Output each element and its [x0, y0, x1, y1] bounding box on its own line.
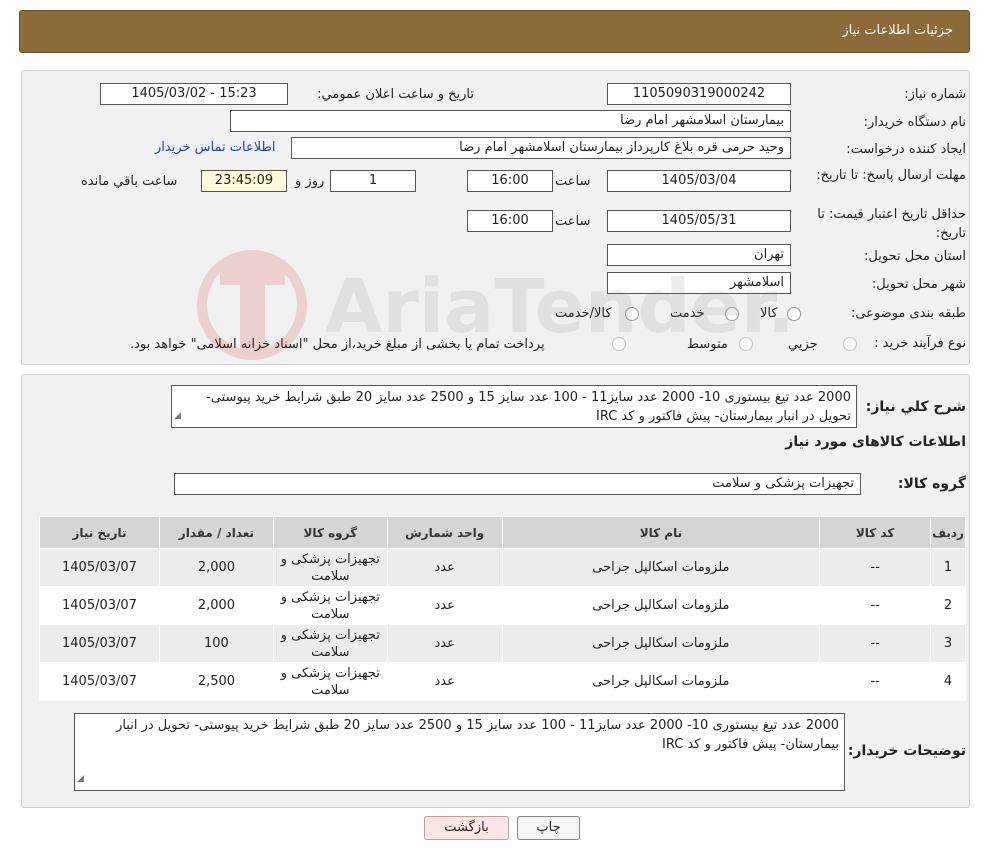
cell-index: 4 — [930, 662, 966, 701]
cell-code: -- — [819, 586, 932, 625]
cell-unit: عدد — [386, 586, 503, 625]
cell-group: تجهیزات پزشکی و سلامت — [272, 662, 388, 701]
need-number-field: 1105090319000242 — [607, 83, 791, 105]
page-title: جزئیات اطلاعات نیاز — [842, 23, 953, 38]
page-header: جزئیات اطلاعات نیاز — [19, 10, 970, 53]
price-date-field: 1405/05/31 — [607, 210, 791, 232]
remaining-time-field: 23:45:09 — [201, 170, 287, 192]
resize-grip-icon[interactable]: ◢ — [77, 770, 84, 789]
process-note: پرداخت تمام یا بخشی از مبلغ خرید،از محل … — [130, 337, 545, 352]
cell-index: 2 — [930, 586, 966, 625]
buyer-org-field: بیمارستان اسلامشهر امام رضا — [230, 110, 791, 132]
category-option-service: خدمت — [670, 306, 705, 321]
category-radio-goods[interactable] — [787, 307, 801, 321]
cell-group: تجهیزات پزشکی و سلامت — [272, 548, 388, 587]
cell-qty: 100 — [158, 624, 274, 663]
cell-name: ملزومات اسکالپل جراحی — [501, 624, 821, 663]
category-radio-goods-service[interactable] — [625, 307, 639, 321]
cell-index: 1 — [930, 548, 966, 587]
cell-group: تجهیزات پزشکی و سلامت — [272, 586, 388, 625]
description-textarea[interactable]: 2000 عدد تیغ بیستوری 10- 2000 عدد سایز11… — [171, 385, 857, 428]
cell-date: 1405/03/07 — [39, 624, 160, 663]
process-radio-minor[interactable] — [843, 337, 857, 351]
price-time-label: ساعت — [555, 214, 591, 229]
cell-name: ملزومات اسکالپل جراحی — [501, 548, 821, 587]
reply-deadline-label: مهلت ارسال پاسخ: تا تاریخ: — [816, 168, 966, 183]
price-validity-label: حداقل تاریخ اعتبار قیمت: تا تاریخ: — [817, 207, 966, 241]
reply-date-field: 1405/03/04 — [607, 170, 791, 192]
buyer-notes-textarea[interactable]: 2000 عدد تیغ بیستوری 10- 2000 عدد سایز11… — [74, 713, 845, 791]
resize-grip-icon[interactable]: ◢ — [174, 407, 181, 426]
category-label: طبقه بندی موضوعی: — [850, 306, 966, 321]
price-time-field: 16:00 — [467, 210, 553, 232]
cell-qty: 2,000 — [158, 548, 274, 587]
cell-date: 1405/03/07 — [39, 548, 160, 587]
process-label: نوع فرآیند خرید : — [874, 336, 966, 351]
days-label: روز و — [295, 174, 325, 189]
cell-group: تجهیزات پزشکی و سلامت — [272, 624, 388, 663]
buyer-notes-text: 2000 عدد تیغ بیستوری 10- 2000 عدد سایز11… — [116, 718, 839, 752]
reply-time-field: 16:00 — [467, 170, 553, 192]
col-group: گروه کالا — [272, 516, 388, 549]
cell-unit: عدد — [386, 548, 503, 587]
cell-unit: عدد — [386, 662, 503, 701]
creator-label: ایجاد کننده درخواست: — [846, 142, 966, 157]
province-label: استان محل تحویل: — [864, 249, 966, 264]
cell-name: ملزومات اسکالپل جراحی — [501, 586, 821, 625]
need-number-label: شماره نیاز: — [904, 87, 966, 102]
cell-date: 1405/03/07 — [39, 662, 160, 701]
goods-group-field: تجهیزات پزشکی و سلامت — [174, 473, 861, 495]
province-field: تهران — [607, 244, 791, 266]
table-row: 2 -- ملزومات اسکالپل جراحی عدد تجهیزات پ… — [39, 586, 966, 625]
cell-code: -- — [819, 624, 932, 663]
announce-field: 1405/03/02 - 15:23 — [100, 83, 288, 105]
print-button[interactable]: چاپ — [517, 816, 580, 840]
col-qty: تعداد / مقدار — [158, 516, 274, 549]
cell-unit: عدد — [386, 624, 503, 663]
reply-time-label: ساعت — [555, 174, 591, 189]
table-row: 4 -- ملزومات اسکالپل جراحی عدد تجهیزات پ… — [39, 662, 966, 701]
announce-label: تاریخ و ساعت اعلان عمومي: — [317, 87, 474, 102]
process-radio-medium[interactable] — [739, 337, 753, 351]
days-field: 1 — [330, 170, 416, 192]
category-radio-service[interactable] — [725, 307, 739, 321]
cell-qty: 2,500 — [158, 662, 274, 701]
goods-info-title: اطلاعات کالاهای مورد نیاز — [785, 434, 966, 450]
description-text: 2000 عدد تیغ بیستوری 10- 2000 عدد سایز11… — [206, 390, 851, 424]
table-row: 1 -- ملزومات اسکالپل جراحی عدد تجهیزات پ… — [39, 548, 966, 587]
category-option-goods: کالا — [760, 306, 778, 321]
process-radio-treasury[interactable] — [612, 337, 626, 351]
remaining-time-label: ساعت باقي مانده — [81, 174, 178, 189]
cell-qty: 2,000 — [158, 586, 274, 625]
city-field: اسلامشهر — [607, 272, 791, 294]
goods-group-label: گروه کالا: — [897, 476, 966, 492]
buyer-org-label: نام دستگاه خریدار: — [863, 115, 966, 130]
cell-code: -- — [819, 548, 932, 587]
cell-name: ملزومات اسکالپل جراحی — [501, 662, 821, 701]
cell-index: 3 — [930, 624, 966, 663]
city-label: شهر محل تحویل: — [871, 277, 966, 292]
cell-date: 1405/03/07 — [39, 586, 160, 625]
col-unit: واحد شمارش — [386, 516, 503, 549]
col-code: کد کالا — [819, 516, 932, 549]
cell-code: -- — [819, 662, 932, 701]
table-header-row: ردیف کد کالا نام کالا واحد شمارش گروه کا… — [39, 516, 966, 549]
description-label: شرح کلي نیاز: — [865, 399, 966, 415]
buyer-notes-label: توضیحات خریدار: — [847, 743, 966, 759]
back-button[interactable]: بازگشت — [424, 816, 509, 840]
creator-field: وحید حرمی قره بلاغ کارپرداز بیمارستان اس… — [291, 137, 791, 159]
col-name: نام کالا — [501, 516, 821, 549]
table-row: 3 -- ملزومات اسکالپل جراحی عدد تجهیزات پ… — [39, 624, 966, 663]
items-table: ردیف کد کالا نام کالا واحد شمارش گروه کا… — [39, 516, 966, 701]
buyer-contact-link[interactable]: اطلاعات تماس خریدار — [155, 140, 275, 155]
category-option-goods-service: کالا/خدمت — [555, 306, 612, 321]
col-index: ردیف — [930, 516, 966, 549]
process-option-minor: جزيي — [788, 337, 818, 352]
col-date: تاریخ نیاز — [39, 516, 160, 549]
process-option-medium: متوسط — [687, 337, 728, 352]
